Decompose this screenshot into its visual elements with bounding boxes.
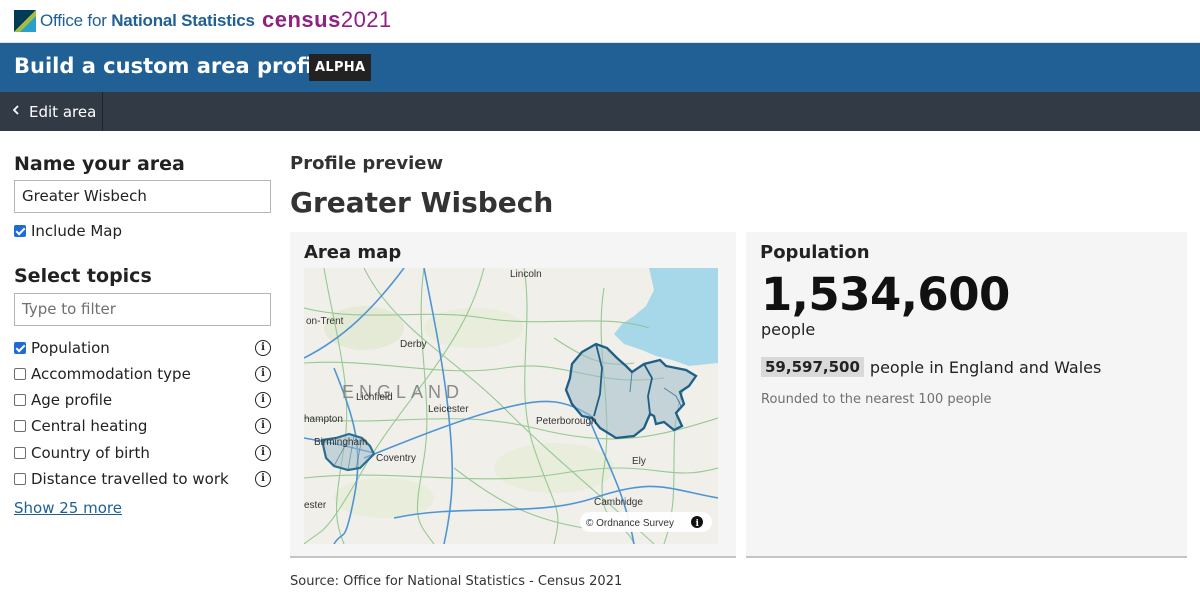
population-card: Population 1,534,600 people 59,597,500 p… xyxy=(746,232,1187,558)
area-name-input[interactable]: Greater Wisbech xyxy=(14,180,271,213)
edit-area-label: Edit area xyxy=(29,102,97,121)
topic-filter-placeholder: Type to filter xyxy=(22,300,116,318)
map-label-leicester: Leicester xyxy=(428,404,469,415)
include-map-label: Include Map xyxy=(31,222,123,240)
map-label-lincoln: Lincoln xyxy=(510,269,542,280)
show-more-link[interactable]: Show 25 more xyxy=(14,499,122,517)
map-label-ely: Ely xyxy=(632,456,646,467)
title-bar: Build a custom area profile xyxy=(0,43,1200,92)
population-heading: Population xyxy=(760,242,870,263)
topic-row-age-profile[interactable]: Age profile xyxy=(14,390,112,410)
comparison-text: people in England and Wales xyxy=(869,357,1102,377)
ons-logo-text-plain: Office for xyxy=(40,11,112,30)
svg-text:i: i xyxy=(696,519,700,529)
ons-logo-icon xyxy=(14,10,36,32)
comparison-row: 59,597,500 people in England and Wales xyxy=(761,357,1101,377)
map-label-peterborough: Peterborough xyxy=(536,416,597,427)
alpha-badge: ALPHA xyxy=(309,54,372,81)
topic-row-distance-travelled[interactable]: Distance travelled to work xyxy=(14,469,229,489)
topic-row-country-of-birth[interactable]: Country of birth xyxy=(14,443,150,463)
topic-label: Distance travelled to work xyxy=(31,470,229,488)
sea-area xyxy=(614,268,718,366)
topic-row-population[interactable]: Population xyxy=(14,338,110,358)
rounding-note: Rounded to the nearest 100 people xyxy=(761,392,992,407)
population-value: 1,534,600 xyxy=(761,268,1010,321)
info-icon[interactable]: i xyxy=(255,366,271,382)
topic-row-accommodation-type[interactable]: Accommodation type xyxy=(14,364,191,384)
comparison-value: 59,597,500 xyxy=(761,357,864,377)
topic-checkbox[interactable] xyxy=(14,473,26,485)
topic-label: Country of birth xyxy=(31,444,150,462)
page-title: Build a custom area profile xyxy=(14,54,334,78)
map-label-on-trent: on-Trent xyxy=(306,316,344,327)
include-map-checkbox-row[interactable]: Include Map xyxy=(14,221,122,241)
topic-label: Central heating xyxy=(31,417,148,435)
nav-bar: Edit area xyxy=(0,92,1200,131)
map-label-coventry: Coventry xyxy=(376,453,416,464)
census-logo: census2021 xyxy=(262,7,392,33)
population-unit: people xyxy=(761,320,816,339)
topic-label: Accommodation type xyxy=(31,365,191,383)
ons-logo-text-bold: National Statistics xyxy=(111,11,255,30)
source-note: Source: Office for National Statistics -… xyxy=(290,574,623,589)
map-label-hampton: hampton xyxy=(304,414,343,425)
map-canvas: Lincoln on-Trent Derby ENGLAND Lichfield… xyxy=(304,268,718,544)
topic-checkbox[interactable] xyxy=(14,368,26,380)
info-icon[interactable]: i xyxy=(255,340,271,356)
area-map-card: Area map Lincoln on-Trent Derby ENGLAND … xyxy=(290,232,736,558)
map-label-birmingham: Birmingham xyxy=(314,437,367,448)
map-label-lichfield: Lichfield xyxy=(356,392,393,403)
topic-filter-input[interactable]: Type to filter xyxy=(14,293,271,326)
ons-logo[interactable]: Office for National Statistics xyxy=(14,9,255,33)
map-label-cambridge: Cambridge xyxy=(594,497,643,508)
edit-area-button[interactable]: Edit area xyxy=(0,92,103,131)
map-label-derby: Derby xyxy=(400,339,427,350)
site-header: Office for National Statistics census202… xyxy=(0,0,1200,43)
topic-label: Population xyxy=(31,339,110,357)
profile-preview-heading: Profile preview xyxy=(290,153,444,174)
area-title: Greater Wisbech xyxy=(290,186,554,219)
map-attribution: © Ordnance Survey xyxy=(586,518,674,529)
topic-checkbox[interactable] xyxy=(14,394,26,406)
include-map-checkbox[interactable] xyxy=(14,225,26,237)
topic-checkbox[interactable] xyxy=(14,447,26,459)
census-logo-word: census xyxy=(262,7,341,32)
area-map[interactable]: Lincoln on-Trent Derby ENGLAND Lichfield… xyxy=(304,268,718,544)
map-label-ester: ester xyxy=(304,500,327,511)
select-topics-heading: Select topics xyxy=(14,265,152,287)
info-icon[interactable]: i xyxy=(255,445,271,461)
info-icon[interactable]: i xyxy=(255,471,271,487)
info-icon[interactable]: i xyxy=(255,418,271,434)
topic-row-central-heating[interactable]: Central heating xyxy=(14,416,147,436)
topic-checkbox[interactable] xyxy=(14,342,26,354)
info-icon[interactable]: i xyxy=(255,392,271,408)
name-area-heading: Name your area xyxy=(14,153,185,175)
topic-label: Age profile xyxy=(31,391,113,409)
area-map-heading: Area map xyxy=(304,242,402,263)
chevron-left-icon xyxy=(12,104,21,120)
census-logo-year: 2021 xyxy=(340,7,392,32)
topic-checkbox[interactable] xyxy=(14,420,26,432)
